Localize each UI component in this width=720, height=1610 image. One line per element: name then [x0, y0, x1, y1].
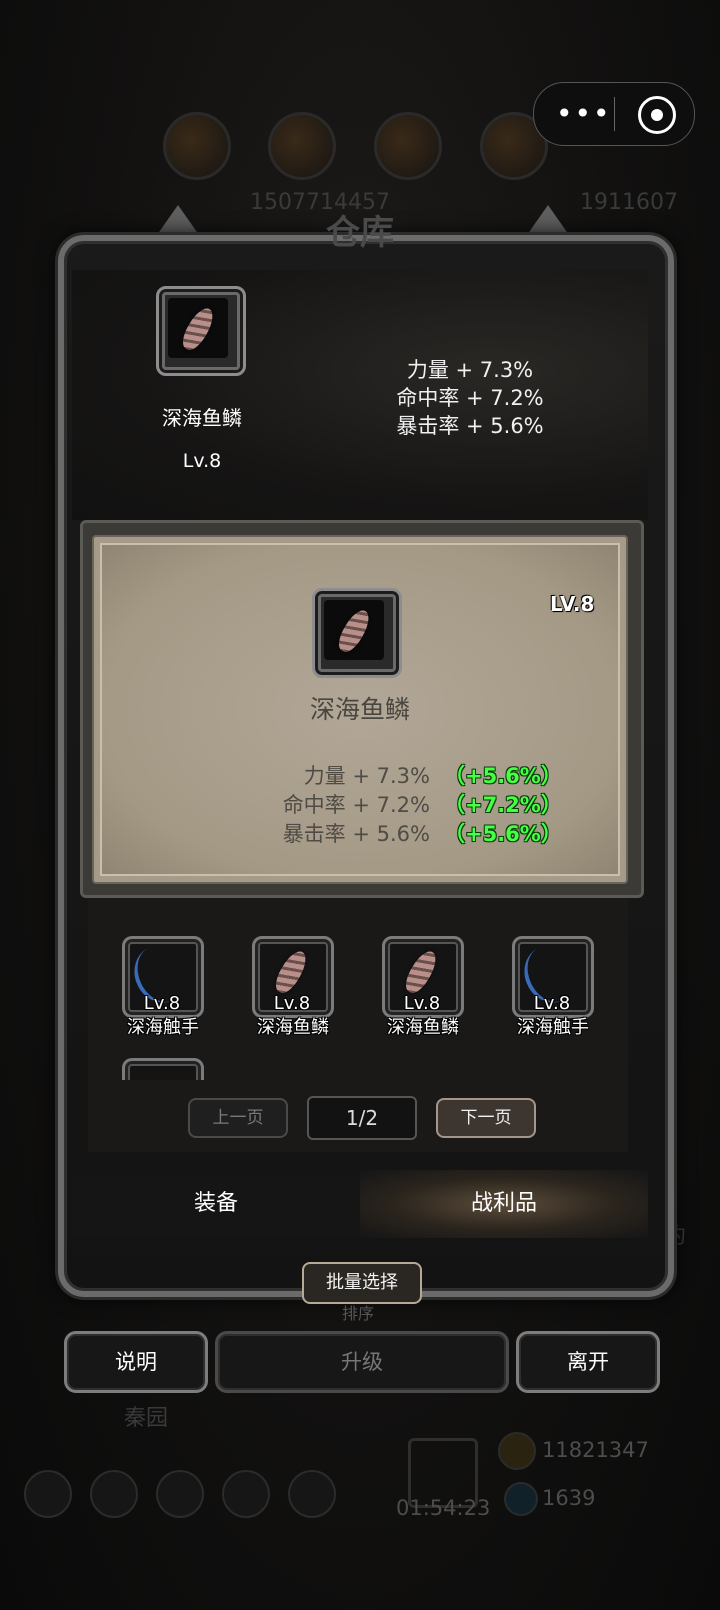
detail-stats: 力量 + 7.3% 命中率 + 7.2% 暴击率 + 5.6%	[240, 762, 430, 849]
more-dots-icon[interactable]: •••	[556, 100, 612, 128]
detail-item-icon	[312, 588, 402, 678]
upgrade-button[interactable]: 升级	[215, 1331, 509, 1393]
grid-item-level: Lv.8	[403, 993, 441, 1014]
detail-item-name: 深海鱼鳞	[309, 695, 410, 724]
detail-stat: 暴击率 + 5.6%	[282, 822, 430, 846]
item-grid: Lv.8 深海触手 Lv.8 深海鱼鳞 Lv.8 深海鱼鳞 Lv.8 深海触手	[88, 898, 628, 1080]
tab-bar: 装备 战利品	[72, 1170, 648, 1238]
deep-sea-scale-icon	[168, 298, 228, 358]
capsule-menu: •••	[533, 82, 695, 146]
detail-bonus: （+7.2%）	[444, 793, 562, 817]
grid-item[interactable]: Lv.8 深海鱼鳞	[382, 936, 464, 1038]
leave-button[interactable]: 离开	[516, 1331, 660, 1393]
bg-currency: 11821347	[542, 1438, 649, 1462]
bg-nav-icon	[156, 1470, 204, 1518]
bg-label: 秦园	[124, 1406, 169, 1431]
grid-item-partial[interactable]	[122, 1058, 204, 1080]
grid-item[interactable]: Lv.8 深海触手	[122, 936, 204, 1038]
detail-stat: 命中率 + 7.2%	[282, 793, 430, 817]
detail-stat: 力量 + 7.3%	[303, 764, 430, 788]
equipped-item-name: 深海鱼鳞	[162, 406, 242, 430]
grid-item-level: Lv.8	[143, 993, 181, 1014]
grid-item[interactable]: Lv.8 深海触手	[512, 936, 594, 1038]
grid-item-name: 深海鱼鳞	[257, 1017, 329, 1038]
bg-resource-icon	[163, 112, 231, 180]
equipped-stats: 力量 + 7.3% 命中率 + 7.2% 暴击率 + 5.6%	[360, 356, 580, 440]
stat-line: 暴击率 + 5.6%	[396, 414, 544, 438]
grid-item-level: Lv.8	[273, 993, 311, 1014]
equipped-item-level: Lv.8	[182, 450, 222, 472]
grid-item-name: 深海鱼鳞	[387, 1017, 459, 1038]
deep-sea-scale-icon	[324, 600, 384, 660]
stat-line: 力量 + 7.3%	[406, 358, 534, 382]
tab-loot[interactable]: 战利品	[360, 1170, 648, 1238]
bg-timer: 01:54:23	[396, 1496, 491, 1520]
detail-bonus: （+5.6%）	[444, 822, 562, 846]
prev-page-button[interactable]: 上一页	[188, 1098, 288, 1138]
page-indicator: 1/2	[307, 1096, 417, 1140]
bg-currency: 1639	[542, 1486, 596, 1510]
bg-coin-icon	[498, 1432, 536, 1470]
equipped-item-icon[interactable]	[156, 286, 246, 376]
help-button[interactable]: 说明	[64, 1331, 208, 1393]
grid-item-level: Lv.8	[533, 993, 571, 1014]
detail-bonus: （+5.6%）	[444, 764, 562, 788]
stat-line: 命中率 + 7.2%	[396, 386, 544, 410]
grid-item-name: 深海触手	[517, 1017, 589, 1038]
detail-bonuses: （+5.6%） （+7.2%） （+5.6%）	[444, 762, 584, 849]
bg-gem-icon	[504, 1482, 538, 1516]
grid-item[interactable]: Lv.8 深海鱼鳞	[252, 936, 334, 1038]
bg-nav-icon	[90, 1470, 138, 1518]
bg-nav-icon	[288, 1470, 336, 1518]
bg-resource-icon	[374, 112, 442, 180]
target-close-icon[interactable]	[638, 96, 676, 134]
batch-select-button[interactable]: 批量选择	[302, 1262, 422, 1304]
next-page-button[interactable]: 下一页	[436, 1098, 536, 1138]
bg-number: 1911607	[580, 190, 678, 215]
tab-equipment[interactable]: 装备	[72, 1170, 360, 1238]
bg-nav-icon	[222, 1470, 270, 1518]
bg-resource-icon	[268, 112, 336, 180]
detail-level: LV.8	[550, 592, 595, 616]
grid-item-name: 深海触手	[127, 1017, 199, 1038]
bg-nav-icon	[24, 1470, 72, 1518]
panel-title: 仓库	[326, 213, 394, 253]
capsule-divider	[614, 97, 615, 131]
